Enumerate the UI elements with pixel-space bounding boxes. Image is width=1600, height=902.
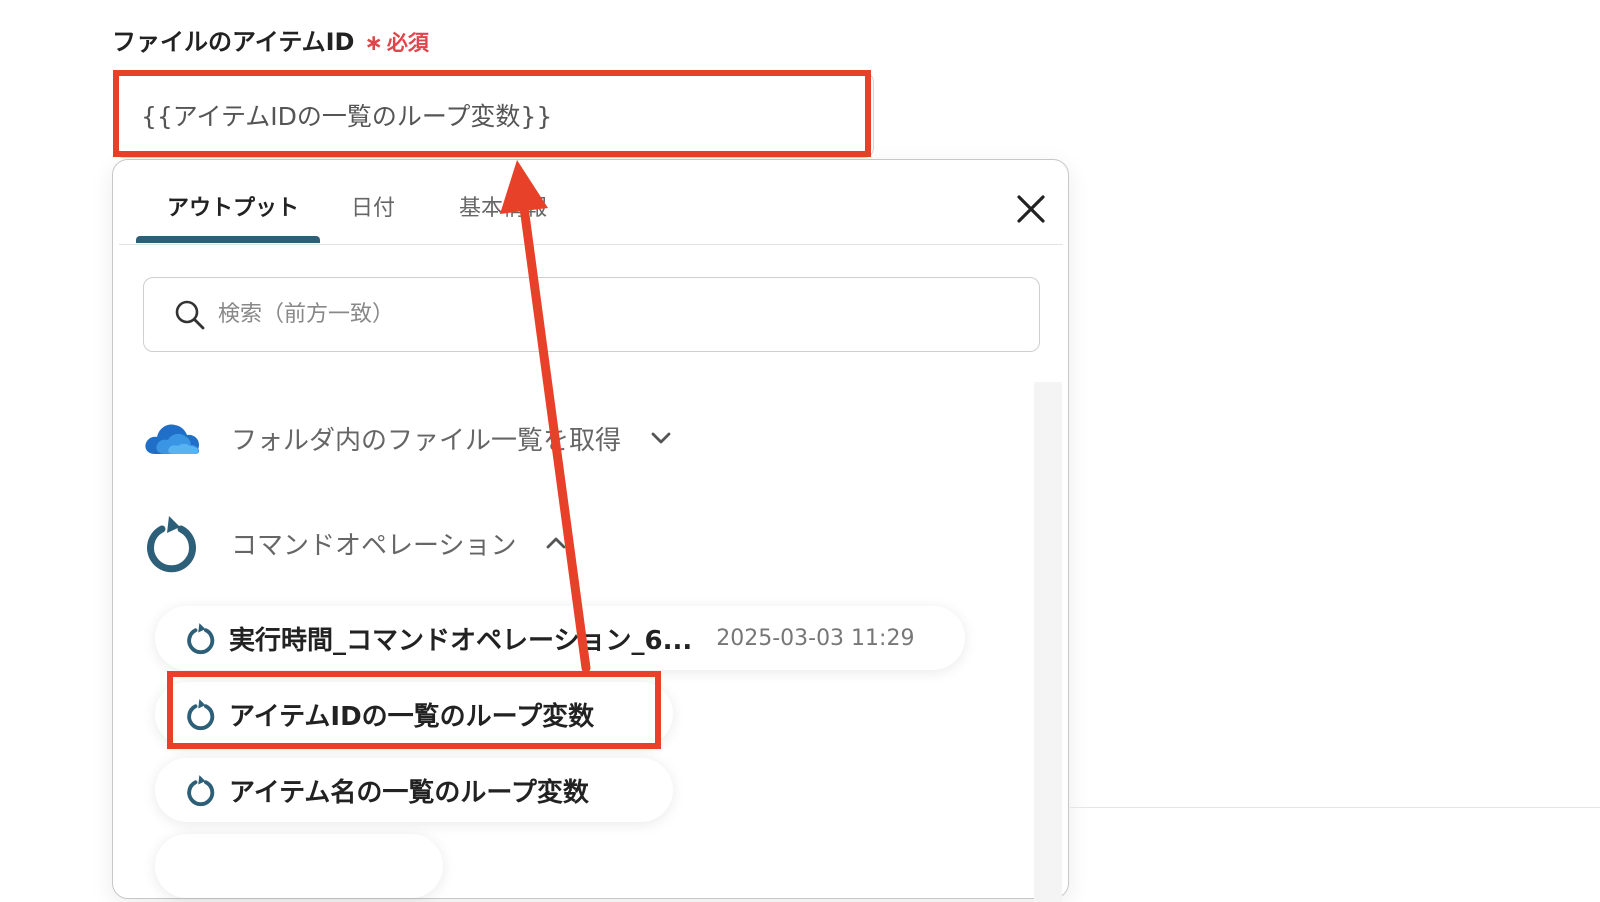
field-label-text: ファイルのアイテムID (112, 28, 355, 56)
close-icon (1017, 195, 1045, 223)
required-mark: ∗ (364, 31, 383, 56)
output-item-exec-time[interactable]: 実行時間_コマンドオペレーション_6... 2025-03-03 11:29 (155, 606, 965, 670)
tab-bar: アウトプット 日付 基本情報 (119, 160, 1063, 245)
loop-icon (187, 623, 215, 655)
output-item-partial[interactable] (155, 834, 443, 898)
item-id-input[interactable]: {{アイテムIDの一覧のループ変数}} (114, 72, 874, 158)
chevron-up-icon (547, 537, 566, 549)
search-field (143, 277, 1040, 352)
output-item-item-name-loop[interactable]: アイテム名の一覧のループ変数 (155, 758, 673, 822)
scrollbar-track[interactable] (1034, 382, 1062, 902)
output-item-item-id-loop[interactable]: アイテムIDの一覧のループ変数 (155, 682, 673, 746)
search-input[interactable] (216, 301, 920, 328)
tab-date[interactable]: 日付 (351, 190, 395, 222)
section-label: コマンドオペレーション (231, 530, 517, 561)
output-item-label: アイテムIDの一覧のループ変数 (229, 701, 595, 732)
section-onedrive-files[interactable]: フォルダ内のファイル一覧を取得 (143, 418, 673, 458)
required-text: 必須 (386, 31, 429, 55)
tab-output[interactable]: アウトプット (167, 190, 299, 222)
output-item-label: 実行時間_コマンドオペレーション_6... (229, 625, 693, 656)
onedrive-cloud-icon (145, 424, 200, 454)
section-command-operation[interactable]: コマンドオペレーション (143, 513, 568, 573)
loop-icon (187, 699, 215, 731)
close-button[interactable] (1012, 190, 1050, 228)
chevron-down-icon (651, 432, 671, 444)
search-icon (175, 300, 205, 329)
tab-basic-info[interactable]: 基本情報 (459, 190, 547, 222)
active-tab-indicator (136, 236, 320, 243)
loop-icon (147, 516, 196, 573)
item-id-input-value: {{アイテムIDの一覧のループ変数}} (141, 102, 553, 131)
section-label: フォルダ内のファイル一覧を取得 (231, 425, 622, 456)
output-item-label: アイテム名の一覧のループ変数 (229, 777, 589, 808)
background-divider (1070, 807, 1600, 808)
loop-icon (187, 775, 215, 807)
output-item-timestamp: 2025-03-03 11:29 (716, 625, 915, 651)
field-label: ファイルのアイテムID ∗ 必須 (112, 22, 429, 57)
